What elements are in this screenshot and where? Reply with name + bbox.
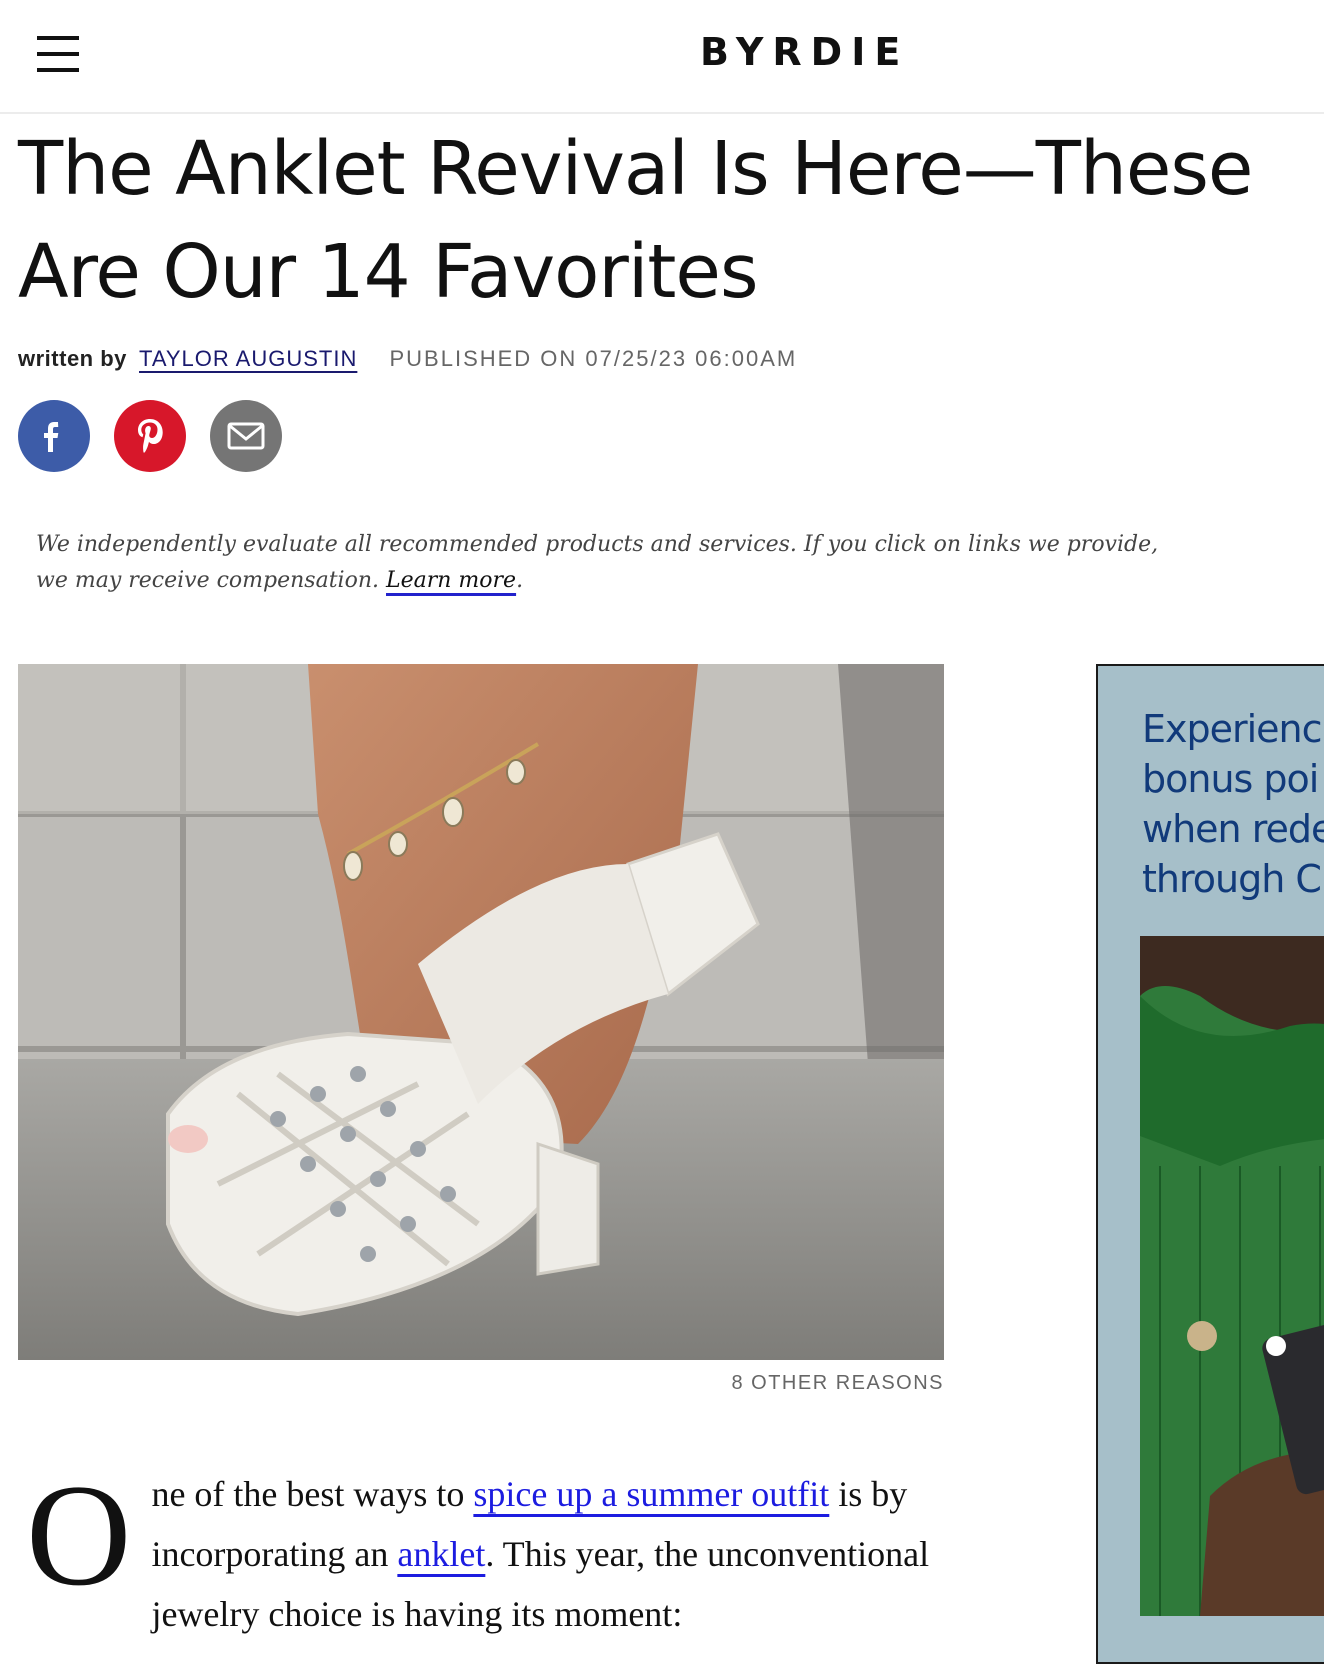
- hero-image: [18, 664, 944, 1360]
- ad-headline: Experienc bonus poi when rede through C: [1142, 704, 1324, 904]
- disclaimer-text: We independently evaluate all recommende…: [36, 532, 1159, 593]
- article-body: O ne of the best ways to spice up a summ…: [18, 1454, 938, 1644]
- anklet-link[interactable]: anklet: [397, 1534, 485, 1574]
- ad-line-4: through C: [1142, 857, 1322, 901]
- ad-line-2: bonus poi: [1142, 757, 1319, 801]
- summer-outfit-link[interactable]: spice up a summer outfit: [473, 1474, 829, 1514]
- article-title: The Anklet Revival Is Here—These Are Our…: [18, 118, 1324, 324]
- publish-date: PUBLISHED ON 07/25/23 06:00AM: [389, 346, 798, 371]
- title-line-2: Are Our 14 Favorites: [18, 229, 759, 315]
- written-by-label: written by: [18, 346, 127, 371]
- author-link[interactable]: TAYLOR AUGUSTIN: [139, 346, 357, 371]
- hamburger-menu-icon[interactable]: [37, 36, 79, 72]
- pinterest-share-button[interactable]: [114, 400, 186, 472]
- ad-image: [1140, 936, 1324, 1616]
- drop-cap: O: [26, 1454, 132, 1616]
- image-caption: 8 OTHER REASONS: [731, 1372, 944, 1394]
- facebook-icon: [44, 422, 59, 452]
- learn-more-link[interactable]: Learn more: [386, 568, 516, 593]
- facebook-share-button[interactable]: [18, 400, 90, 472]
- email-icon: [227, 422, 265, 450]
- pinterest-icon: [138, 419, 163, 453]
- byline: written by TAYLOR AUGUSTIN PUBLISHED ON …: [18, 346, 797, 372]
- title-line-1: The Anklet Revival Is Here—These: [18, 126, 1253, 212]
- affiliate-disclaimer: We independently evaluate all recommende…: [36, 527, 1196, 599]
- ad-line-3: when rede: [1142, 807, 1324, 851]
- email-share-button[interactable]: [210, 400, 282, 472]
- site-header: BYRDIE: [0, 0, 1324, 114]
- disclaimer-period: .: [516, 568, 524, 593]
- body-text-1: ne of the best ways to: [151, 1474, 474, 1514]
- share-bar: [18, 400, 282, 472]
- sidebar-advertisement[interactable]: Experienc bonus poi when rede through C: [1096, 664, 1324, 1664]
- ad-line-1: Experienc: [1142, 707, 1323, 751]
- site-logo[interactable]: BYRDIE: [700, 30, 1020, 74]
